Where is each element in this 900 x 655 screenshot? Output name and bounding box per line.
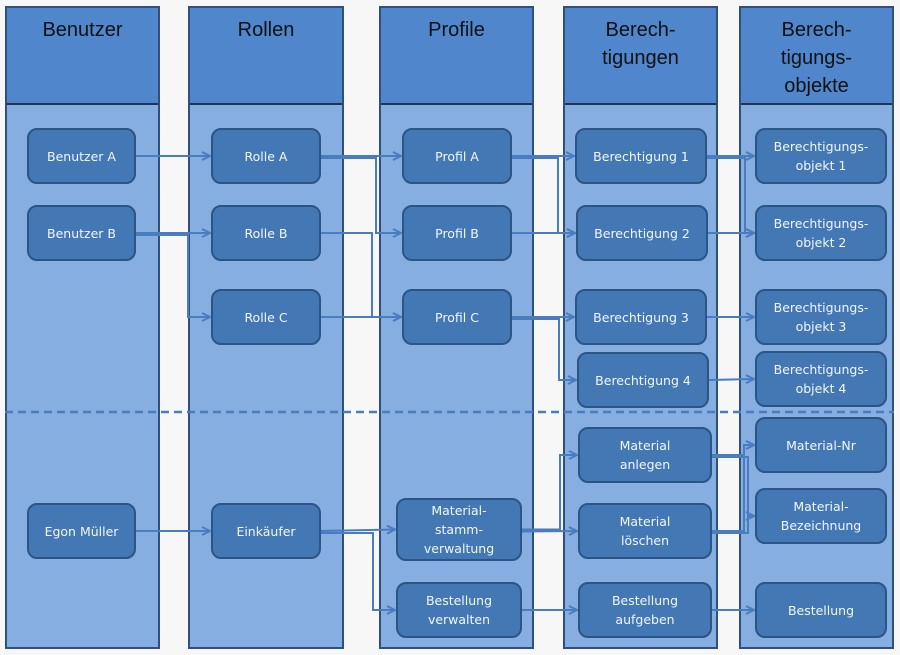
lane-header-berechtigungen: Berech- tigungen (565, 8, 716, 105)
node-rolle-c[interactable]: Rolle C (211, 289, 321, 345)
node-rolle-b[interactable]: Rolle B (211, 205, 321, 261)
node-benutzer-a[interactable]: Benutzer A (27, 128, 136, 184)
node-rolle-a[interactable]: Rolle A (211, 128, 321, 184)
lane-header-rollen: Rollen (190, 8, 342, 105)
node-bestellung-aufgeben[interactable]: Bestellung aufgeben (578, 582, 712, 638)
node-materialstammverwaltung[interactable]: Material- stamm- verwaltung (396, 498, 522, 561)
node-profil-b[interactable]: Profil B (402, 205, 512, 261)
node-berechtigung-3[interactable]: Berechtigung 3 (575, 289, 707, 345)
node-profil-c[interactable]: Profil C (402, 289, 512, 345)
lane-header-berechtigungsobjekte: Berech- tigungs- objekte (741, 8, 892, 105)
node-einkaeufer[interactable]: Einkäufer (211, 503, 321, 559)
node-benutzer-b[interactable]: Benutzer B (27, 205, 136, 261)
node-berechtigung-4[interactable]: Berechtigung 4 (577, 352, 709, 408)
lane-header-benutzer: Benutzer (7, 8, 158, 105)
node-berechtigungsobjekt-4[interactable]: Berechtigungs- objekt 4 (755, 351, 887, 407)
node-profil-a[interactable]: Profil A (402, 128, 512, 184)
node-material-nr[interactable]: Material-Nr (755, 417, 887, 473)
node-berechtigungsobjekt-1[interactable]: Berechtigungs- objekt 1 (755, 128, 887, 184)
node-berechtigung-2[interactable]: Berechtigung 2 (576, 205, 708, 261)
node-material-bezeichnung[interactable]: Material- Bezeichnung (755, 488, 887, 544)
node-egon-mueller[interactable]: Egon Müller (27, 503, 136, 559)
node-berechtigung-1[interactable]: Berechtigung 1 (575, 128, 707, 184)
node-bestellung-verwalten[interactable]: Bestellung verwalten (396, 582, 522, 638)
lane-header-profile: Profile (381, 8, 532, 105)
node-material-anlegen[interactable]: Material anlegen (578, 427, 712, 483)
node-berechtigungsobjekt-2[interactable]: Berechtigungs- objekt 2 (755, 205, 887, 261)
node-berechtigungsobjekt-3[interactable]: Berechtigungs- objekt 3 (755, 289, 887, 345)
node-bestellung[interactable]: Bestellung (755, 582, 887, 638)
node-material-loeschen[interactable]: Material löschen (578, 503, 712, 559)
